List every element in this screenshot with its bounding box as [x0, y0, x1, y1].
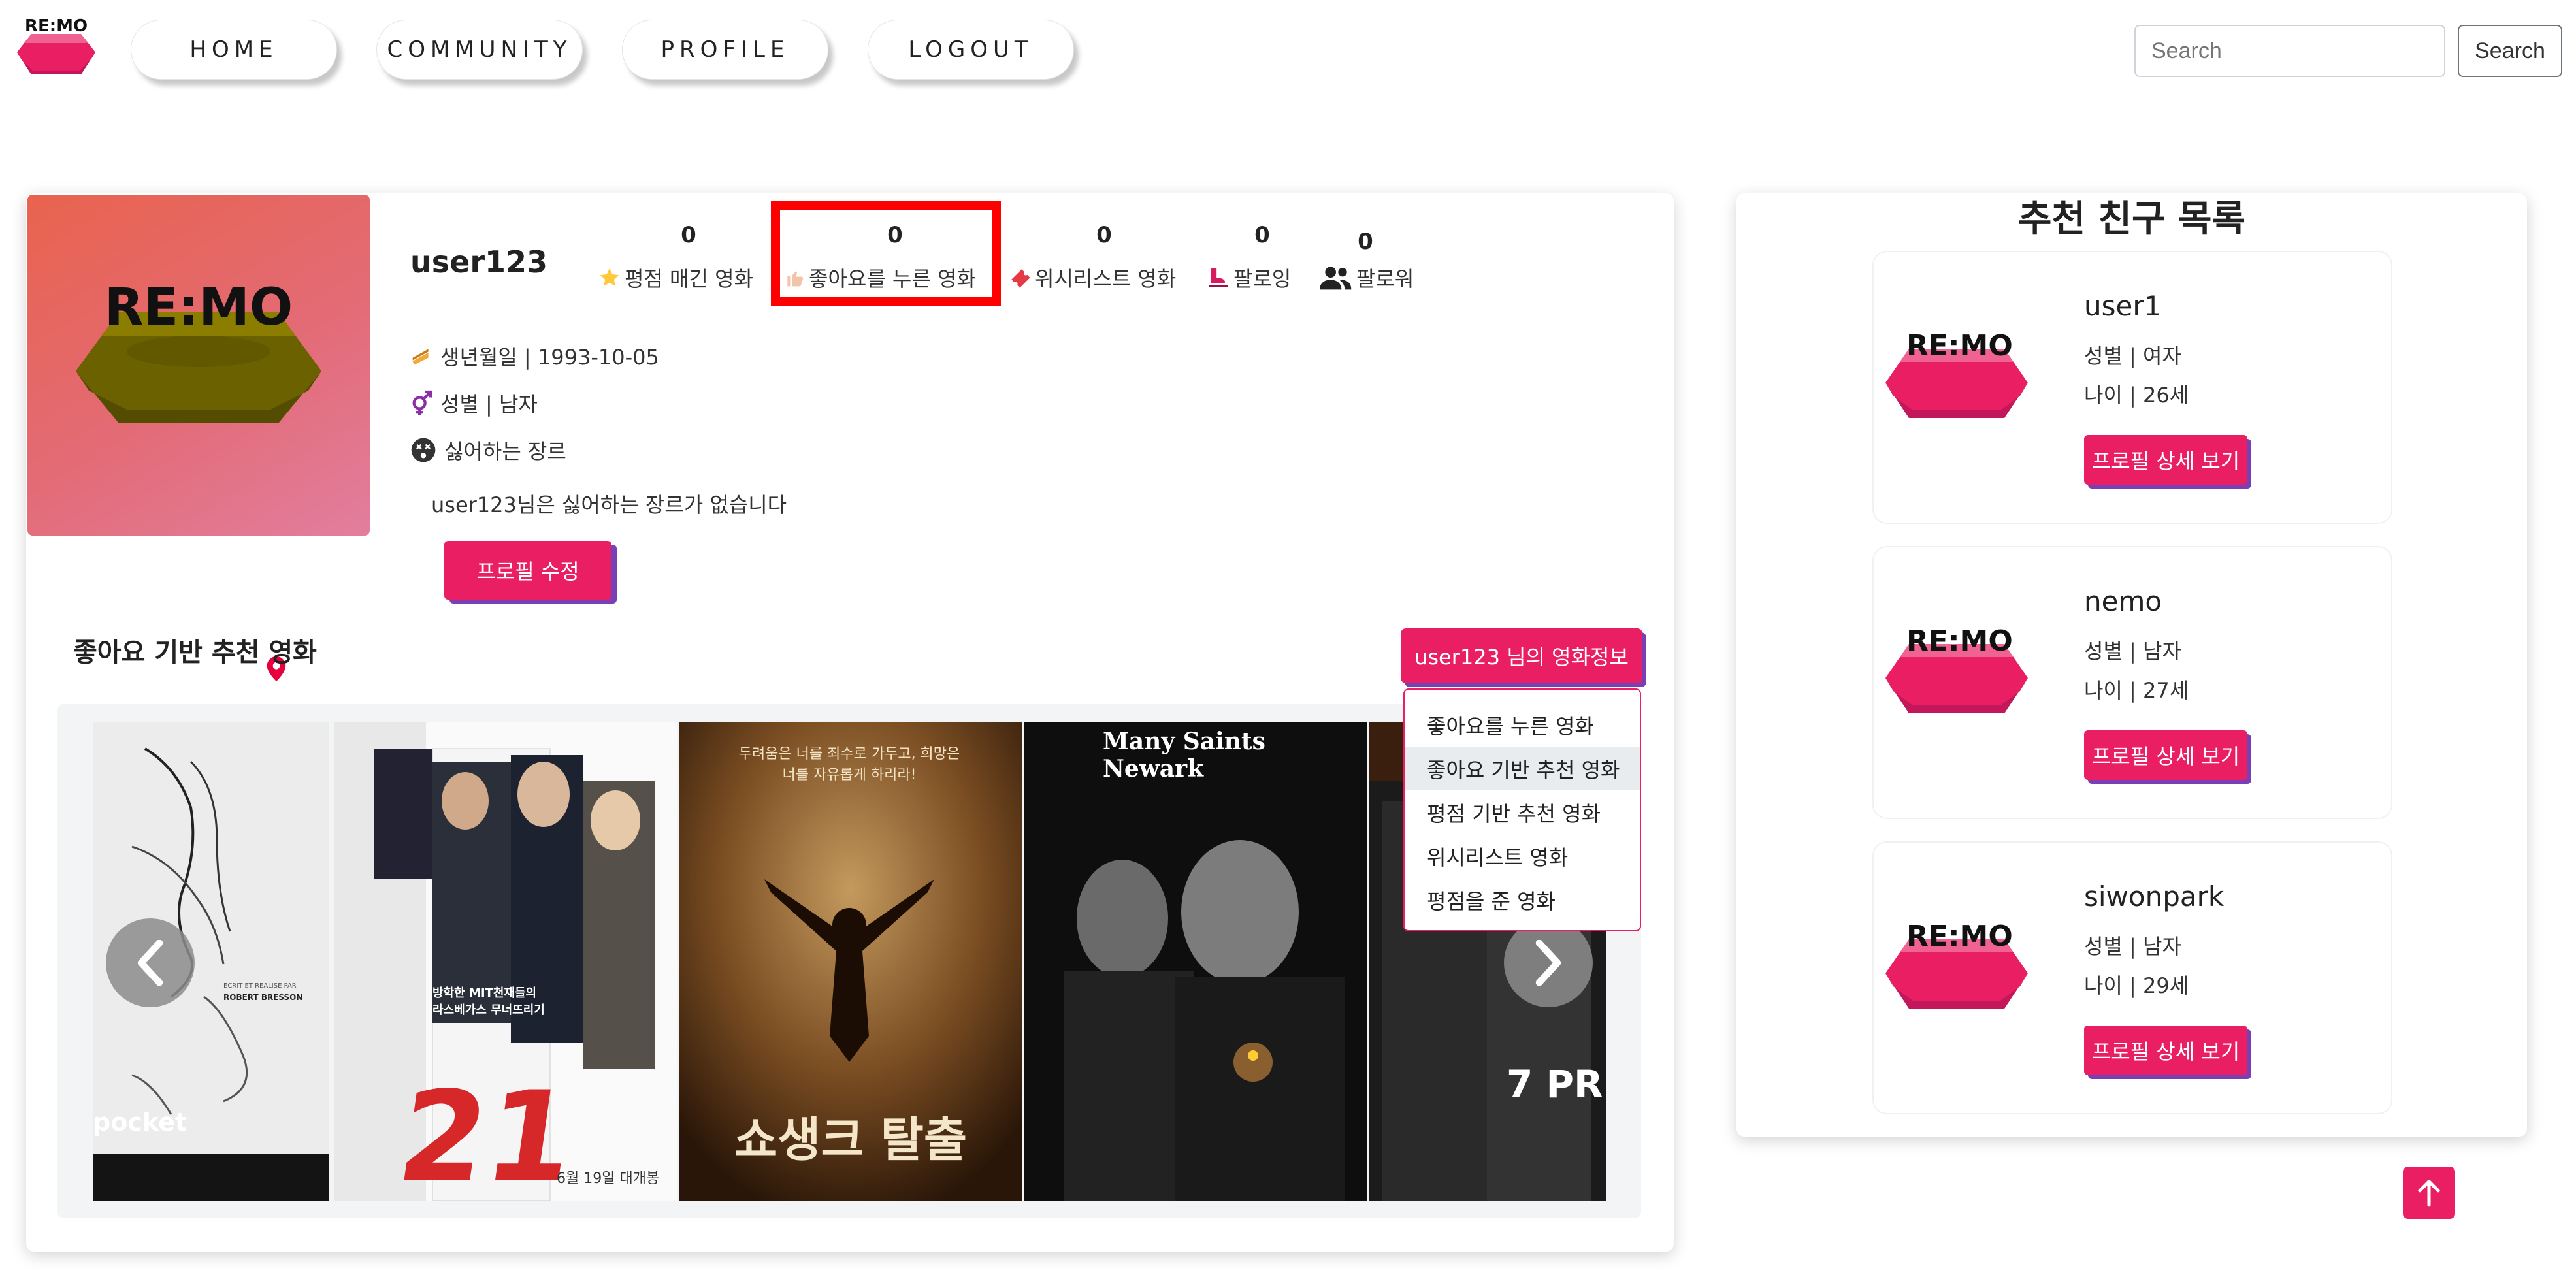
svg-text:21: 21 [390, 1065, 583, 1201]
cake-icon [412, 349, 429, 365]
nav-community-button[interactable]: COMMUNITY [376, 20, 583, 80]
poster-top-text: 방학한 MIT천재들의 라스베가스 무너뜨리기 [432, 986, 545, 1017]
followers-label: 팔로워 [1356, 267, 1414, 291]
wishlist-movies-count: 0 [1096, 222, 1112, 248]
movie-poster[interactable]: 두려움은 너를 죄수로 가두고, 희망은 너를 자유롭게 하리라! 쇼생크 탈출 [679, 722, 1022, 1201]
friend-name: nemo [2084, 585, 2162, 617]
ice-skate-icon [1209, 268, 1228, 287]
following-count: 0 [1254, 222, 1270, 248]
poster-top-text: Many Saints Newark [1103, 728, 1265, 783]
poster-art [1024, 722, 1367, 1201]
wishlist-movies-label: 위시리스트 영화 [1035, 267, 1177, 291]
gender-icon [412, 390, 432, 415]
friend-age: 나이 | 26세 [2084, 383, 2189, 408]
friend-gender: 성별 | 남자 [2084, 639, 2181, 664]
poster-art: A 21 [334, 722, 677, 1201]
dropdown-item-rating-based-recommend[interactable]: 평점 기반 추천 영화 [1405, 790, 1640, 834]
friend-gender: 성별 | 남자 [2084, 934, 2181, 959]
users-icon [1320, 267, 1352, 290]
profile-image: RE:MO user123 대전 [27, 195, 370, 683]
nav-home-button[interactable]: HOME [131, 20, 337, 80]
disliked-genre-label: 싫어하는 장르 [444, 439, 566, 464]
ticket-icon [1011, 269, 1030, 288]
dropdown-item-like-based-recommend[interactable]: 좋아요 기반 추천 영화 [1405, 747, 1640, 790]
arrow-up-icon [2418, 1180, 2440, 1207]
no-disliked-genre-text: user123님은 싫어하는 장르가 없습니다 [431, 493, 787, 517]
dropdown-item-wishlist-movies[interactable]: 위시리스트 영화 [1405, 834, 1640, 878]
friend-logo-text: RE:MO [1906, 329, 2013, 363]
poster-title: 쇼생크 탈출 [734, 1112, 968, 1167]
following-label: 팔로잉 [1233, 267, 1292, 291]
search-input[interactable] [2134, 25, 2445, 77]
star-icon [600, 268, 619, 286]
followers-count: 0 [1358, 229, 1373, 255]
disliked-genre-row: 싫어하는 장르 [410, 435, 566, 465]
edit-profile-button[interactable]: 프로필 수정 [444, 541, 611, 600]
friend-age: 나이 | 29세 [2084, 973, 2189, 998]
movie-poster[interactable]: A 21 방학한 MIT천재들의 라스베가스 무너뜨리기 6월 19일 대개봉 [334, 722, 677, 1201]
friend-logo-text: RE:MO [1906, 624, 2013, 658]
rated-movies-stat[interactable]: 평점 매긴 영화 [598, 263, 753, 293]
friend-age: 나이 | 27세 [2084, 678, 2189, 703]
gender-text: 성별 | 남자 [440, 392, 538, 417]
dropdown-item-rated-movies[interactable]: 평점을 준 영화 [1405, 878, 1640, 922]
view-profile-button[interactable]: 프로필 상세 보기 [2084, 1026, 2247, 1075]
view-profile-button[interactable]: 프로필 상세 보기 [2084, 435, 2247, 485]
logo-text: RE:MO [25, 16, 88, 36]
poster-credit: ROBERT BRESSON [223, 993, 303, 1002]
chevron-right-icon [1535, 940, 1561, 986]
nav-profile-button[interactable]: PROFILE [622, 20, 828, 80]
location-pin-icon [0, 195, 20, 221]
poster-title: pocket [93, 1108, 187, 1137]
dropdown-item-liked-movies[interactable]: 좋아요를 누른 영화 [1405, 703, 1640, 747]
friend-name: user1 [2084, 290, 2162, 322]
recommend-section-title: 좋아요 기반 추천 영화 [73, 638, 317, 668]
friend-card: RE:MO siwonpark 성별 | 남자 나이 | 29세 프로필 상세 … [1872, 841, 2392, 1114]
poster-top-text: ECRIT ET REALISE PAR [223, 982, 297, 990]
following-stat[interactable]: 팔로잉 [1207, 263, 1291, 293]
profile-username: user123 [410, 244, 548, 280]
wishlist-movies-stat[interactable]: 위시리스트 영화 [1009, 263, 1176, 293]
profile-logo-text: RE:MO [104, 278, 293, 337]
view-profile-button[interactable]: 프로필 상세 보기 [2084, 730, 2247, 780]
rated-movies-count: 0 [681, 222, 696, 248]
dizzy-face-icon [411, 438, 436, 462]
scroll-to-top-button[interactable] [2403, 1167, 2455, 1219]
followers-stat[interactable]: 팔로워 [1320, 263, 1414, 293]
poster-title: 7 PRISIO [1507, 1062, 1606, 1107]
poster-date: 6월 19일 대개봉 [557, 1171, 660, 1187]
remo-logo[interactable]: RE:MO [14, 14, 98, 80]
movie-info-dropdown-menu: 좋아요를 누른 영화 좋아요 기반 추천 영화 평점 기반 추천 영화 위시리스… [1403, 688, 1641, 931]
search-button[interactable]: Search [2458, 25, 2562, 77]
movie-info-dropdown-button[interactable]: user123 님의 영화정보 [1401, 628, 1642, 683]
friend-gender: 성별 | 여자 [2084, 344, 2181, 368]
friend-name: siwonpark [2084, 881, 2225, 913]
chevron-left-icon [137, 940, 163, 986]
poster-top-text: 두려움은 너를 죄수로 가두고, 희망은 너를 자유롭게 하리라! [738, 746, 960, 783]
carousel-next-button[interactable] [1504, 918, 1593, 1007]
rated-movies-label: 평점 매긴 영화 [625, 267, 753, 291]
friend-card: RE:MO user1 성별 | 여자 나이 | 26세 프로필 상세 보기 [1872, 251, 2392, 524]
carousel-prev-button[interactable] [106, 918, 195, 1007]
gender-row: 성별 | 남자 [410, 388, 538, 418]
friend-logo-text: RE:MO [1906, 920, 2013, 953]
birthday-row: 생년월일 | 1993-10-05 [410, 341, 659, 371]
recommended-friends-title: 추천 친구 목록 [2017, 198, 2246, 240]
birthday-text: 생년월일 | 1993-10-05 [440, 345, 659, 370]
nav-logout-button[interactable]: LOGOUT [868, 20, 1074, 80]
movie-poster[interactable]: Many Saints Newark [1024, 722, 1367, 1201]
highlight-box [771, 201, 1001, 306]
friend-card: RE:MO nemo 성별 | 남자 나이 | 27세 프로필 상세 보기 [1872, 546, 2392, 819]
